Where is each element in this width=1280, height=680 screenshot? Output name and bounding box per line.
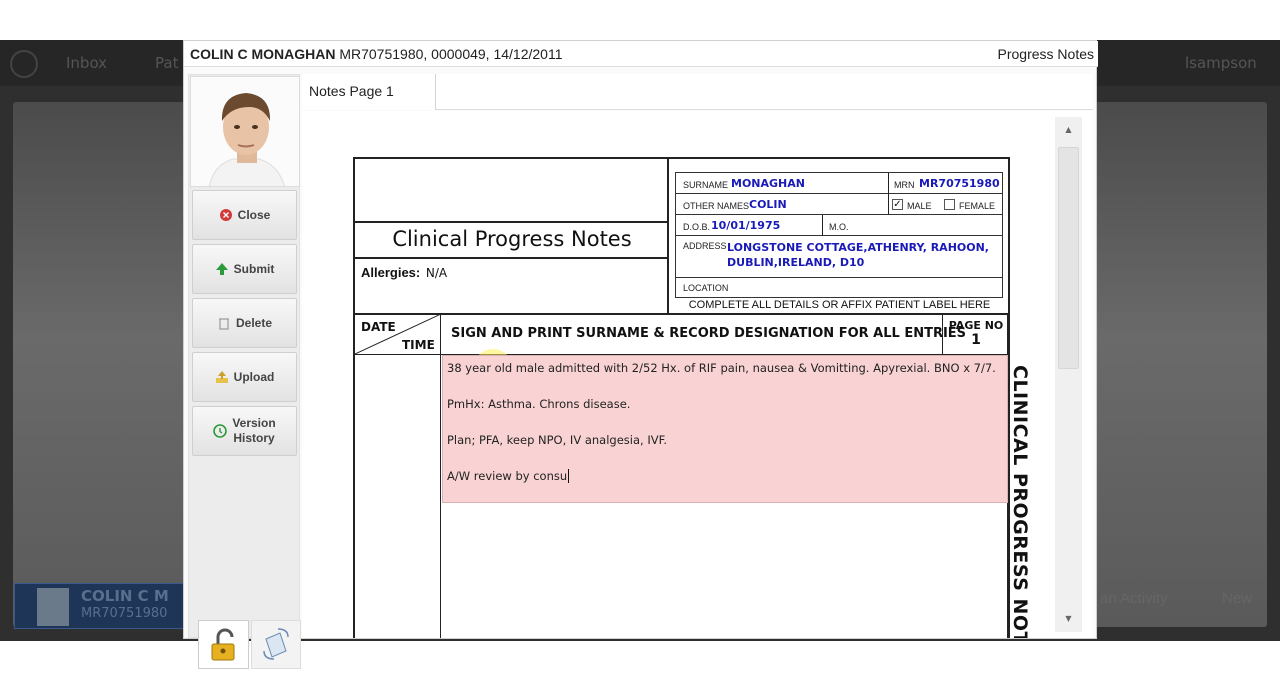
side-title: CLINICAL PROGRESS NOTE [1003, 365, 1033, 638]
notes-line: Plan; PFA, keep NPO, IV analgesia, IVF. [447, 433, 668, 447]
time-column-label: TIME [402, 338, 435, 352]
female-label: FEMALE [959, 201, 996, 211]
back-icon [10, 50, 38, 78]
page-no-label: PAGE NO [948, 319, 1004, 332]
version-history-button[interactable]: Version History [192, 406, 297, 456]
dob-label: D.O.B. [683, 222, 711, 232]
notes-line-text: A/W review by consu [447, 469, 568, 483]
upload-label: Upload [233, 369, 275, 384]
label-instruction: COMPLETE ALL DETAILS OR AFFIX PATIENT LA… [688, 299, 991, 311]
entries-header: DATE TIME SIGN AND PRINT SURNAME & RECOR… [355, 314, 1008, 354]
dob-value: 10/01/1975 [711, 219, 781, 232]
window-patient-ids: MR70751980, 0000049, 14/12/2011 [339, 46, 563, 62]
submit-arrow-icon [215, 262, 229, 276]
mrn-value: MR70751980 [919, 177, 1000, 190]
side-title-text: CLINICAL PROGRESS NOTE [1009, 365, 1031, 638]
vertical-scrollbar[interactable]: ▲ ▼ [1055, 117, 1082, 632]
form-title: Clinical Progress Notes [392, 227, 632, 251]
label-divider [888, 194, 889, 215]
allergies-value: N/A [425, 266, 448, 280]
submit-label: Submit [233, 261, 275, 276]
patient-photo [190, 76, 300, 187]
notes-line: 38 year old male admitted with 2/52 Hx. … [447, 361, 996, 375]
version-history-label-line2: History [233, 431, 275, 445]
sign-instruction: SIGN AND PRINT SURNAME & RECORD DESIGNAT… [451, 326, 967, 341]
delete-icon [217, 316, 231, 330]
background-nav-patients: Pat [155, 54, 179, 72]
upload-icon [215, 370, 229, 384]
location-label: LOCATION [683, 283, 729, 293]
text-caret [568, 469, 570, 483]
close-label: Close [237, 207, 271, 222]
female-checkbox[interactable] [944, 199, 955, 210]
history-clock-icon [213, 424, 228, 438]
submit-button[interactable]: Submit [192, 244, 297, 294]
page-no-value: 1 [971, 332, 981, 348]
address-label: ADDRESS [683, 241, 727, 251]
clinical-progress-notes-form: Clinical Progress Notes Allergies: N/A S… [353, 157, 1031, 638]
mo-label: M.O. [829, 222, 849, 232]
background-nav-inbox: Inbox [66, 54, 108, 72]
notes-tab-bar: Notes Page 1 [302, 74, 1093, 110]
document-viewer: ▲ ▼ Clinical Progress Notes Allergies: N… [302, 111, 1093, 638]
background-patient-thumb [37, 588, 69, 626]
close-button[interactable]: Close [192, 190, 297, 240]
other-names-label: OTHER NAMES [683, 201, 750, 211]
surname-value: MONAGHAN [731, 177, 805, 190]
delete-button[interactable]: Delete [192, 298, 297, 348]
scroll-up-icon[interactable]: ▲ [1055, 117, 1082, 143]
background-patient-name: COLIN C M [81, 587, 169, 605]
background-patient-card: COLIN C M MR70751980 [14, 583, 190, 629]
notes-line: PmHx: Asthma. Chrons disease. [447, 397, 631, 411]
delete-label: Delete [235, 315, 273, 330]
surname-label: SURNAME [683, 180, 729, 190]
other-names-value: COLIN [749, 198, 787, 211]
version-history-label-line1: Version [232, 416, 276, 430]
allergies: Allergies: N/A [361, 265, 447, 280]
progress-notes-window: COLIN C MONAGHAN MR70751980, 0000049, 14… [183, 40, 1098, 669]
notes-line: A/W review by consu [447, 467, 1003, 485]
sync-icon [252, 628, 300, 672]
background-new-link: New [1222, 590, 1253, 607]
window-patient-header: COLIN C MONAGHAN MR70751980, 0000049, 14… [190, 41, 562, 67]
patient-label: SURNAME MONAGHAN MRN MR70751980 OTHER NA… [675, 172, 1003, 298]
window-title-bar: COLIN C MONAGHAN MR70751980, 0000049, 14… [184, 41, 1098, 67]
version-history-label: Version History [232, 416, 275, 446]
form-divider [440, 314, 441, 638]
unlock-padlock-icon [199, 628, 248, 672]
mrn-label: MRN [894, 180, 915, 190]
form-divider [355, 257, 669, 259]
form-divider [355, 221, 669, 223]
address-line-2: DUBLIN,IRELAND, D10 [727, 256, 865, 269]
sync-button[interactable] [251, 620, 301, 669]
tab-notes-page-1[interactable]: Notes Page 1 [302, 74, 436, 110]
progress-notes-textarea[interactable]: 38 year old male admitted with 2/52 Hx. … [442, 355, 1008, 503]
male-checkbox[interactable]: ✓ [892, 199, 903, 210]
label-divider [822, 215, 823, 236]
address-line-1: LONGSTONE COTTAGE,ATHENRY, RAHOON, [727, 241, 989, 254]
male-label: MALE [907, 201, 932, 211]
scroll-down-icon[interactable]: ▼ [1055, 606, 1082, 632]
close-icon [219, 208, 233, 222]
date-column-label: DATE [361, 320, 396, 334]
background-patient-mrn: MR70751980 [81, 606, 168, 621]
allergies-label: Allergies: [361, 265, 421, 280]
window-module-title: Progress Notes [997, 46, 1094, 62]
page-number: PAGE NO 1 [943, 318, 1009, 348]
lock-button[interactable] [198, 620, 249, 669]
upload-button[interactable]: Upload [192, 352, 297, 402]
background-user: lsampson [1185, 54, 1257, 72]
window-patient-name: COLIN C MONAGHAN [190, 46, 336, 62]
scrollbar-thumb[interactable] [1058, 147, 1079, 369]
action-sidebar: Close Submit Delete Upload Version Histor… [188, 74, 301, 669]
label-divider [888, 173, 889, 194]
background-activity-link: an Activity [1100, 590, 1168, 607]
